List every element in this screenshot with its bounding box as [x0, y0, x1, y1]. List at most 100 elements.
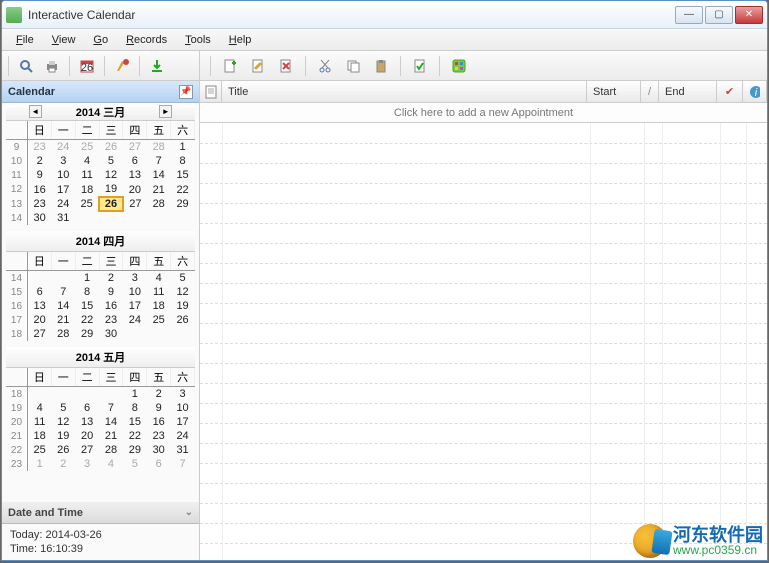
calendar-day[interactable]: 7	[147, 154, 171, 168]
calendar-day[interactable]	[99, 211, 123, 225]
calendar-day[interactable]: 28	[147, 197, 171, 211]
calendar-day[interactable]: 22	[123, 429, 147, 443]
calendar-day[interactable]: 14	[99, 415, 123, 429]
calendar-day[interactable]	[99, 387, 123, 402]
calendar-day[interactable]: 29	[171, 197, 195, 211]
calendar-day[interactable]: 20	[27, 313, 51, 327]
calendar-day[interactable]: 4	[147, 271, 171, 286]
calendar-day[interactable]: 7	[51, 285, 75, 299]
calendar-day[interactable]: 9	[99, 285, 123, 299]
calendar-day[interactable]: 10	[171, 401, 195, 415]
col-done-icon[interactable]: ✔	[717, 81, 743, 102]
calendar-day[interactable]: 12	[171, 285, 195, 299]
calendar-day[interactable]: 17	[51, 182, 75, 197]
col-icon[interactable]	[200, 81, 222, 102]
complete-icon[interactable]	[409, 55, 431, 77]
menu-records[interactable]: Records	[118, 32, 175, 48]
print-icon[interactable]	[41, 55, 63, 77]
calendar-day[interactable]	[51, 271, 75, 286]
calendar-day[interactable]: 24	[51, 140, 75, 155]
calendar-day[interactable]: 12	[51, 415, 75, 429]
calendar-day[interactable]: 26	[99, 140, 123, 155]
calendar-day[interactable]: 4	[27, 401, 51, 415]
calendar-day[interactable]: 11	[27, 415, 51, 429]
categories-icon[interactable]	[448, 55, 470, 77]
calendar-day[interactable]: 11	[147, 285, 171, 299]
calendar-day[interactable]: 14	[147, 168, 171, 182]
col-separator[interactable]: /	[641, 81, 659, 102]
calendar-day[interactable]: 17	[171, 415, 195, 429]
calendar-day[interactable]: 20	[75, 429, 99, 443]
col-end[interactable]: End	[659, 81, 717, 102]
calendar-day[interactable]: 19	[51, 429, 75, 443]
calendar-day[interactable]: 27	[123, 140, 147, 155]
menu-go[interactable]: Go	[85, 32, 116, 48]
calendar-day[interactable]	[171, 327, 195, 341]
cut-icon[interactable]	[314, 55, 336, 77]
calendar-day[interactable]: 15	[171, 168, 195, 182]
calendar-day[interactable]: 23	[147, 429, 171, 443]
calendar-day[interactable]: 6	[147, 457, 171, 471]
calendar-day[interactable]: 23	[27, 140, 51, 155]
calendar-day[interactable]: 5	[171, 271, 195, 286]
new-record-icon[interactable]	[219, 55, 241, 77]
calendar-day[interactable]: 24	[123, 313, 147, 327]
calendar-day[interactable]: 29	[75, 327, 99, 341]
add-appointment-row[interactable]: Click here to add a new Appointment	[200, 103, 767, 123]
calendar-day[interactable]: 19	[99, 182, 123, 197]
calendar-day[interactable]: 16	[99, 299, 123, 313]
calendar-day[interactable]: 22	[75, 313, 99, 327]
calendar-day[interactable]: 17	[123, 299, 147, 313]
minimize-button[interactable]: —	[675, 6, 703, 24]
import-icon[interactable]	[146, 55, 168, 77]
calendar-day[interactable]: 7	[99, 401, 123, 415]
calendar-day[interactable]: 13	[27, 299, 51, 313]
calendar-day[interactable]: 23	[27, 197, 51, 211]
calendar-day[interactable]: 14	[51, 299, 75, 313]
calendar-day[interactable]: 15	[75, 299, 99, 313]
calendar-day[interactable]: 26	[99, 197, 123, 211]
calendar-day[interactable]	[27, 387, 51, 402]
calendar-day[interactable]: 24	[171, 429, 195, 443]
calendar-day[interactable]: 24	[51, 197, 75, 211]
calendar-day[interactable]: 31	[51, 211, 75, 225]
calendar-day[interactable]: 4	[99, 457, 123, 471]
pin-icon[interactable]: 📌	[179, 85, 193, 99]
calendar-day[interactable]: 8	[123, 401, 147, 415]
calendar-day[interactable]: 13	[75, 415, 99, 429]
calendar-day[interactable]: 6	[75, 401, 99, 415]
menu-help[interactable]: Help	[221, 32, 260, 48]
options-icon[interactable]	[111, 55, 133, 77]
calendar-day[interactable]: 23	[99, 313, 123, 327]
calendar-day[interactable]: 21	[51, 313, 75, 327]
close-button[interactable]: ✕	[735, 6, 763, 24]
calendar-day[interactable]: 9	[147, 401, 171, 415]
calendar-day[interactable]: 3	[75, 457, 99, 471]
calendar-day[interactable]: 28	[51, 327, 75, 341]
calendar-day[interactable]: 5	[99, 154, 123, 168]
calendar-day[interactable]	[75, 387, 99, 402]
calendar-day[interactable]: 2	[51, 457, 75, 471]
calendar-day[interactable]: 25	[27, 443, 51, 457]
calendar-day[interactable]: 1	[171, 140, 195, 155]
col-info-icon[interactable]: i	[743, 81, 767, 102]
calendar-day[interactable]: 21	[147, 182, 171, 197]
calendar-day[interactable]: 3	[123, 271, 147, 286]
calendar-day[interactable]	[147, 327, 171, 341]
calendar-day[interactable]: 4	[75, 154, 99, 168]
calendar-day[interactable]: 26	[51, 443, 75, 457]
calendar-day[interactable]: 18	[27, 429, 51, 443]
calendar-day[interactable]: 27	[75, 443, 99, 457]
menu-tools[interactable]: Tools	[177, 32, 219, 48]
calendar-day[interactable]: 2	[147, 387, 171, 402]
titlebar[interactable]: Interactive Calendar — ▢ ✕	[2, 1, 767, 29]
calendar-day[interactable]: 28	[99, 443, 123, 457]
calendar-day[interactable]: 8	[75, 285, 99, 299]
calendar-day[interactable]: 7	[171, 457, 195, 471]
calendar-day[interactable]: 22	[171, 182, 195, 197]
calendar-day[interactable]: 18	[147, 299, 171, 313]
calendar-day[interactable]	[123, 327, 147, 341]
maximize-button[interactable]: ▢	[705, 6, 733, 24]
calendar-day[interactable]: 25	[75, 197, 99, 211]
calendar-day[interactable]: 29	[123, 443, 147, 457]
